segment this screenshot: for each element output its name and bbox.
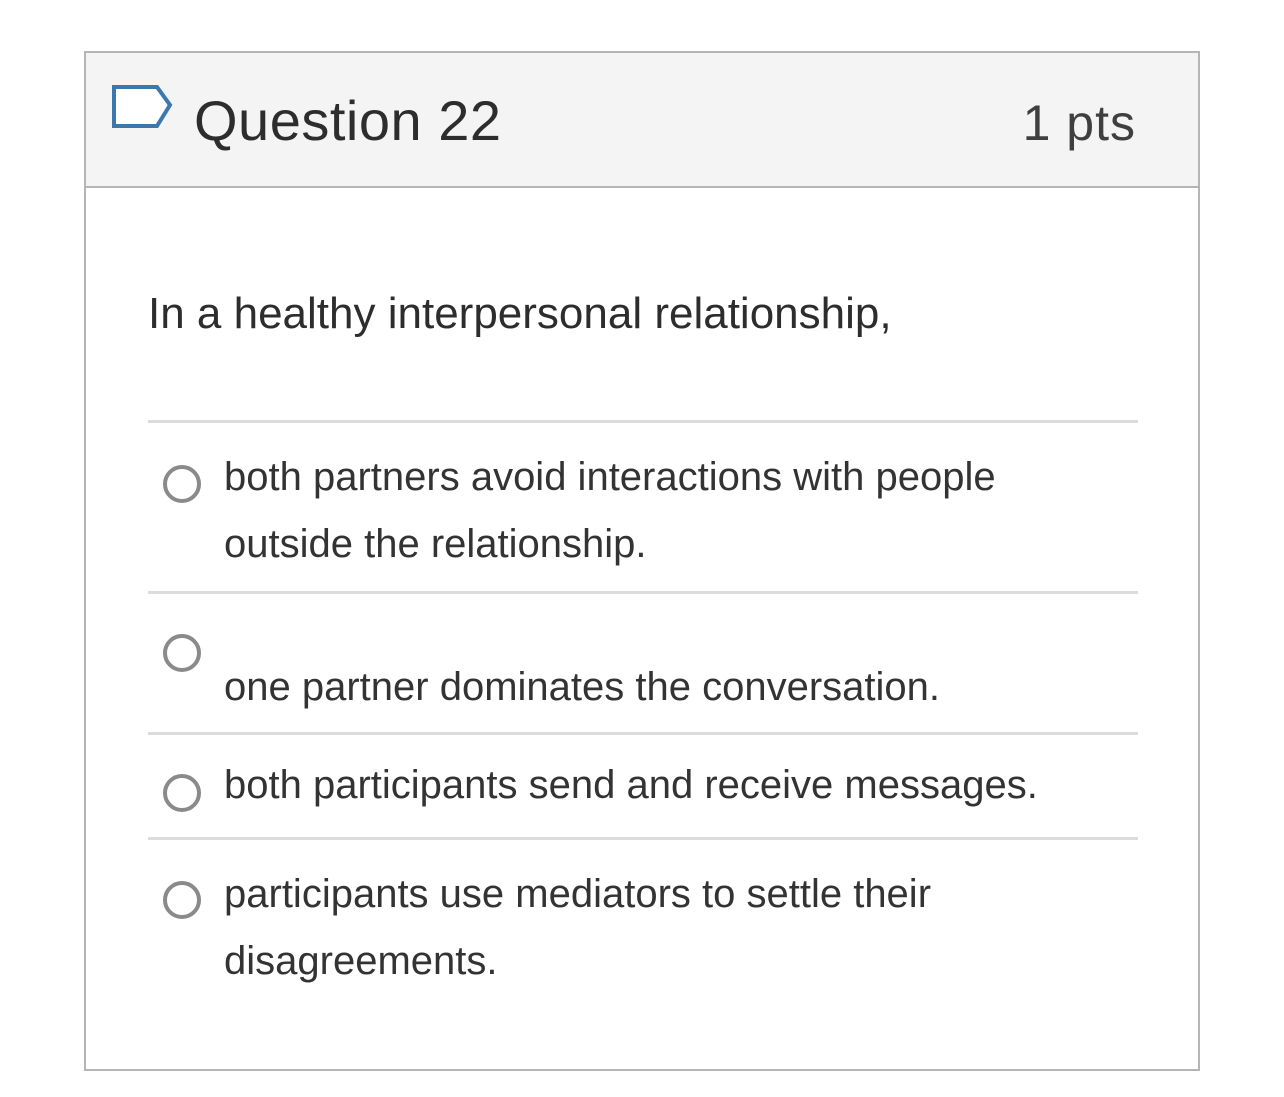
radio-button[interactable]: [163, 465, 201, 503]
answer-list: both partners avoid interactions with pe…: [148, 420, 1138, 1010]
question-title: Question 22: [194, 89, 502, 152]
question-prompt: In a healthy interpersonal relationship,: [148, 289, 892, 338]
answer-label[interactable]: one partner dominates the conversation.: [224, 654, 1124, 721]
radio-button[interactable]: [163, 881, 201, 919]
question-points: 1 pts: [1022, 95, 1136, 151]
radio-button[interactable]: [163, 634, 201, 672]
radio-button[interactable]: [163, 774, 201, 812]
question-header: Question 22 1 pts: [86, 53, 1198, 188]
answer-label[interactable]: both partners avoid interactions with pe…: [224, 444, 1124, 578]
answer-option-2[interactable]: one partner dominates the conversation.: [148, 594, 1138, 732]
answer-label[interactable]: participants use mediators to settle the…: [224, 861, 1124, 995]
question-card: Question 22 1 pts In a healthy interpers…: [84, 51, 1200, 1071]
answer-label[interactable]: both participants send and receive messa…: [224, 752, 1124, 819]
flag-outline-icon[interactable]: [111, 84, 175, 136]
answer-option-3[interactable]: both participants send and receive messa…: [148, 735, 1138, 837]
answer-option-1[interactable]: both partners avoid interactions with pe…: [148, 423, 1138, 591]
answer-option-4[interactable]: participants use mediators to settle the…: [148, 840, 1138, 1010]
